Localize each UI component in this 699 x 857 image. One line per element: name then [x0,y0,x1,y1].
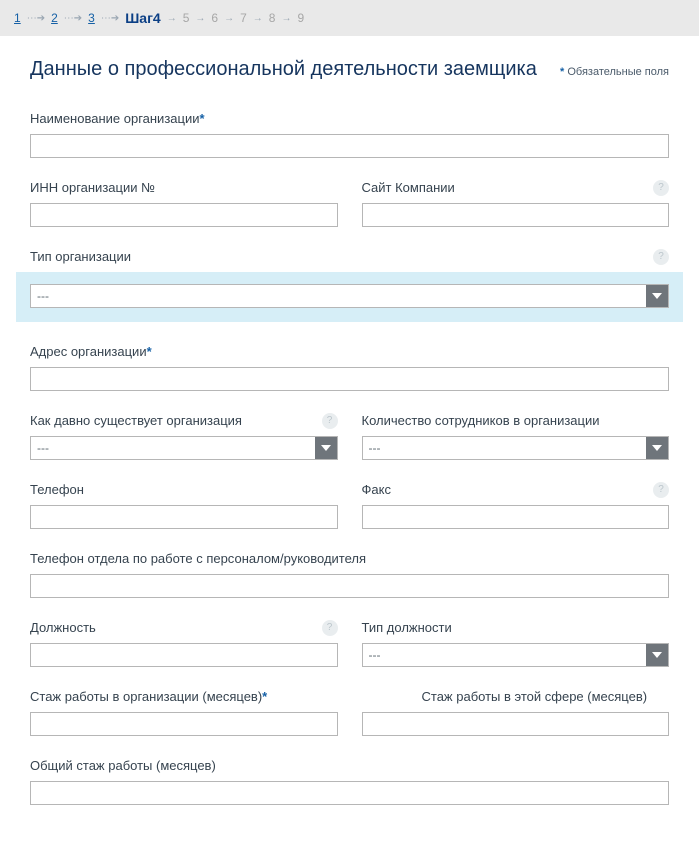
tenure-field-label: Стаж работы в этой сфере (месяцев) [362,689,670,704]
inn-label: ИНН организации № [30,180,338,195]
chevron-down-icon [646,437,668,459]
step-6: 6 [211,11,218,25]
step-current: Шаг4 [125,10,160,26]
website-input[interactable] [362,203,670,227]
tenure-total-input[interactable] [30,781,669,805]
help-icon[interactable]: ? [322,413,338,429]
help-icon[interactable]: ? [653,180,669,196]
step-8: 8 [269,11,276,25]
tenure-total-label: Общий стаж работы (месяцев) [30,758,669,773]
org-age-label: Как давно существует организация ? [30,413,338,428]
org-address-input[interactable] [30,367,669,391]
step-1[interactable]: 1 [14,11,21,25]
tenure-field-input[interactable] [362,712,670,736]
required-note: * Обязательные поля [560,66,669,78]
step-3[interactable]: 3 [88,11,95,25]
chevron-down-icon [315,437,337,459]
step-2[interactable]: 2 [51,11,58,25]
step-7: 7 [240,11,247,25]
stepper: 1 ⋯➔ 2 ⋯➔ 3 ⋯➔ Шаг4 → 5 → 6 → 7 → 8 → 9 [0,0,699,36]
help-icon[interactable]: ? [653,482,669,498]
phone-input[interactable] [30,505,338,529]
chevron-right-icon: → [224,13,234,24]
chevron-down-icon [646,644,668,666]
position-input[interactable] [30,643,338,667]
org-name-input[interactable] [30,134,669,158]
org-type-label: Тип организации ? [30,249,669,264]
tenure-org-input[interactable] [30,712,338,736]
org-address-label: Адрес организации* [30,344,669,359]
website-label: Сайт Компании ? [362,180,670,195]
help-icon[interactable]: ? [653,249,669,265]
phone-label: Телефон [30,482,338,497]
position-type-select[interactable]: --- [362,643,670,667]
position-type-label: Тип должности [362,620,670,635]
position-label: Должность ? [30,620,338,635]
hr-phone-label: Телефон отдела по работе с персоналом/ру… [30,551,669,566]
chevron-right-icon: → [253,13,263,24]
org-type-select[interactable]: --- [30,284,669,308]
chevron-right-icon: ⋯➔ [64,13,82,24]
chevron-right-icon: ⋯➔ [101,13,119,24]
fax-label: Факс ? [362,482,670,497]
chevron-right-icon: ⋯➔ [27,13,45,24]
org-name-label: Наименование организации* [30,111,669,126]
headcount-select[interactable]: --- [362,436,670,460]
help-icon[interactable]: ? [322,620,338,636]
hr-phone-input[interactable] [30,574,669,598]
chevron-down-icon [646,285,668,307]
headcount-label: Количество сотрудников в организации [362,413,670,428]
inn-input[interactable] [30,203,338,227]
chevron-right-icon: → [195,13,205,24]
page-title: Данные о профессиональной деятельности з… [30,58,537,81]
org-age-select[interactable]: --- [30,436,338,460]
org-type-highlight: --- [16,272,683,322]
chevron-right-icon: → [281,13,291,24]
step-9: 9 [297,11,304,25]
fax-input[interactable] [362,505,670,529]
tenure-org-label: Стаж работы в организации (месяцев)* [30,689,338,704]
chevron-right-icon: → [167,13,177,24]
form-content: Данные о профессиональной деятельности з… [0,36,699,857]
step-5: 5 [183,11,190,25]
